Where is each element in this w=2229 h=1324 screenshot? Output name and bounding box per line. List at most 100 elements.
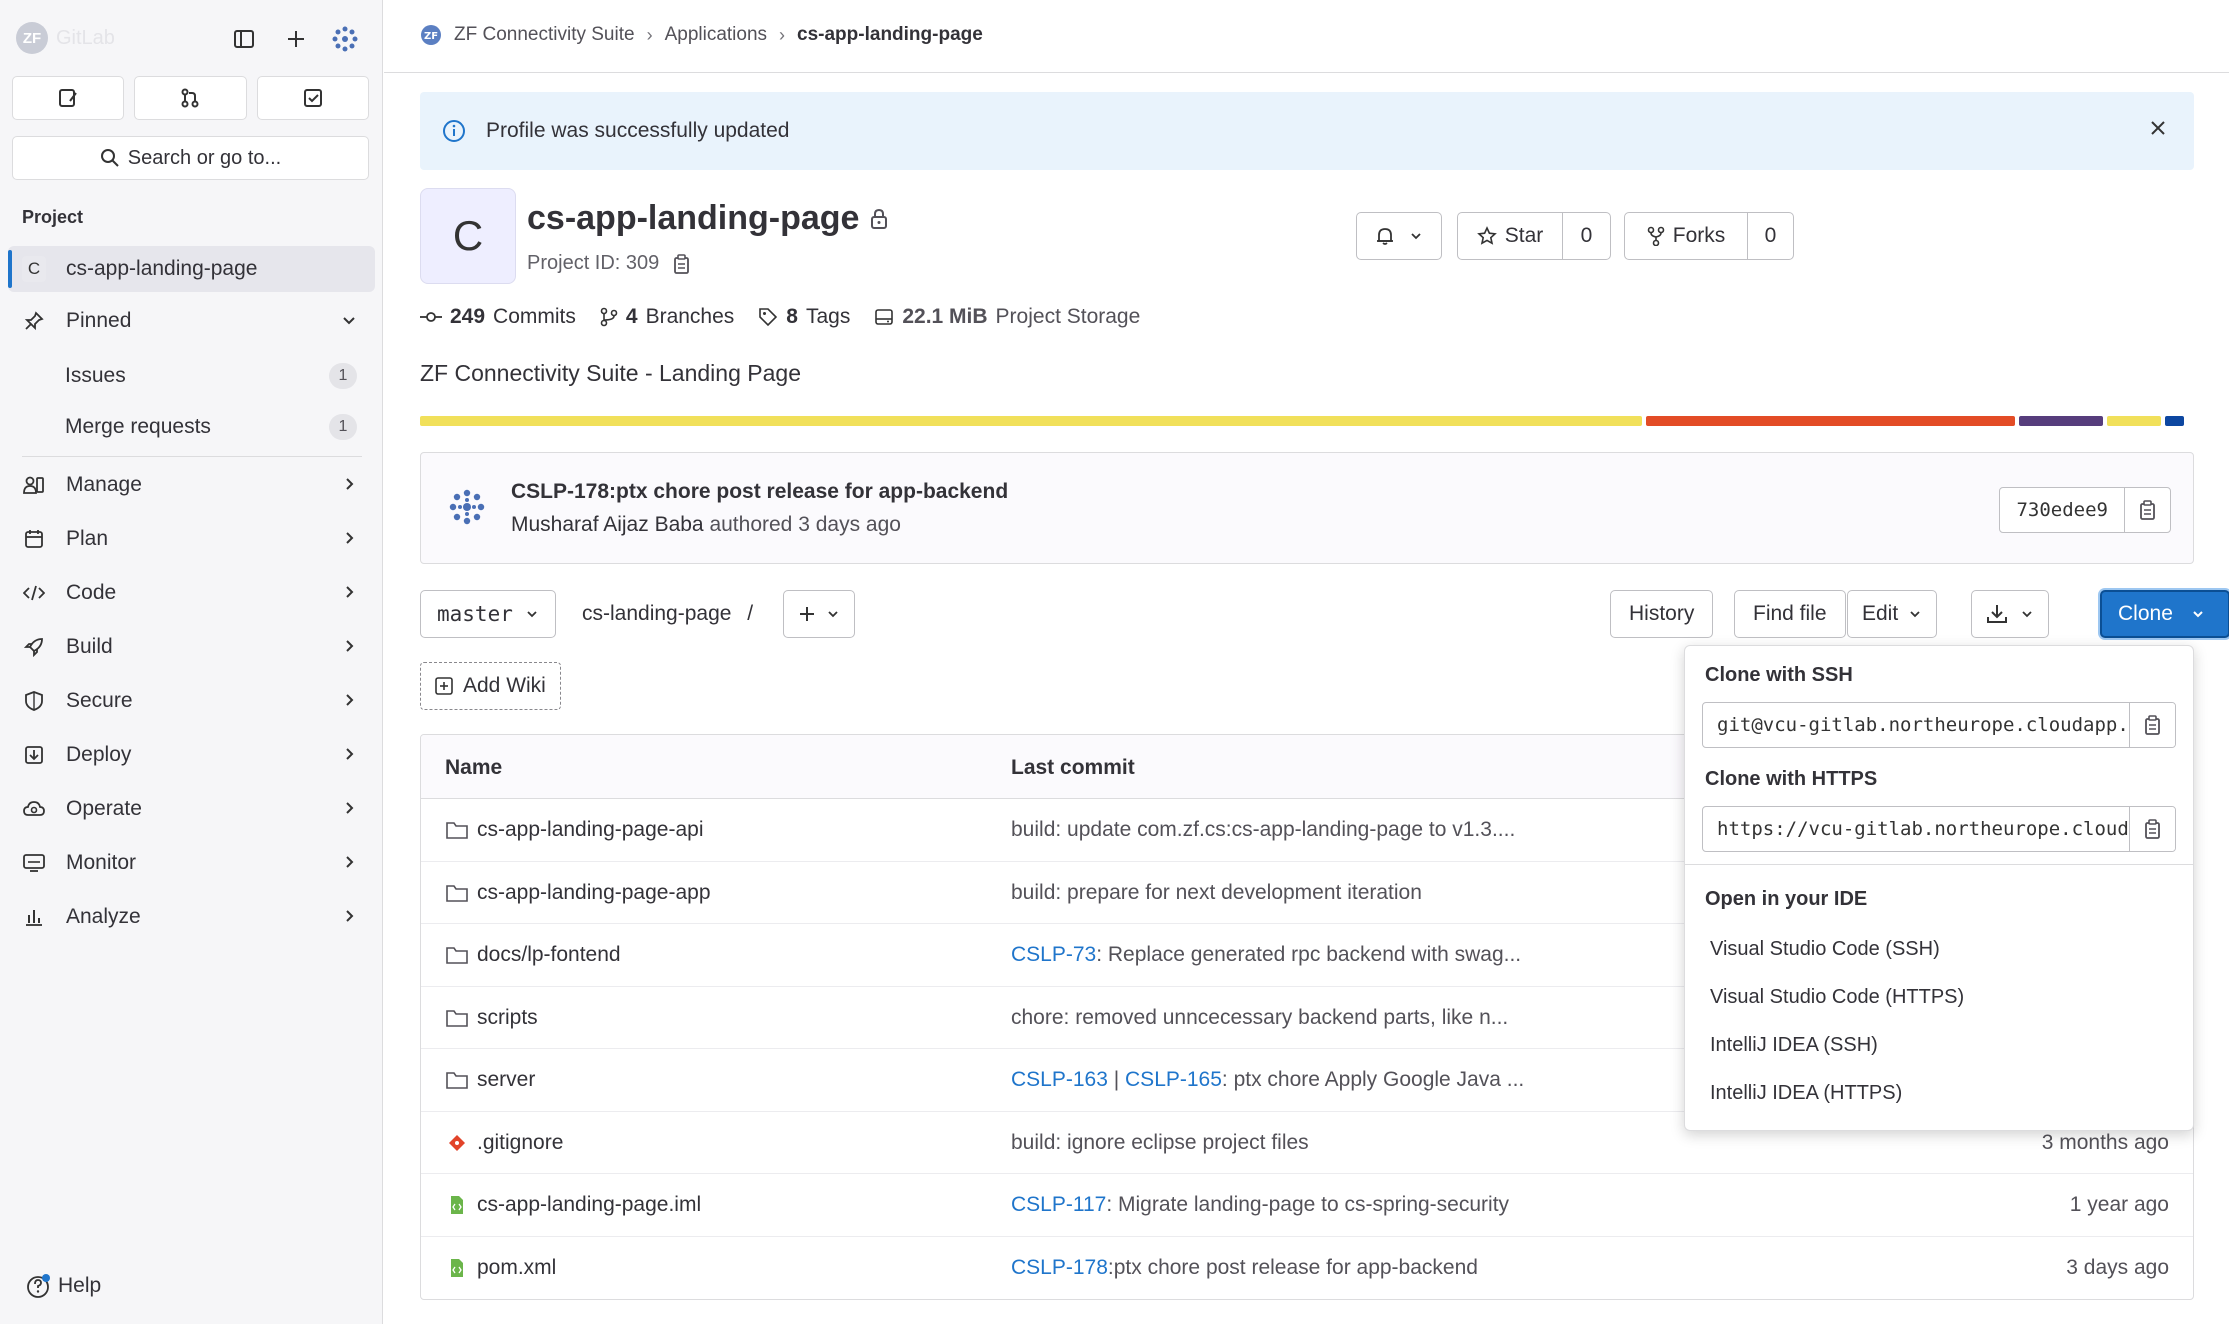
file-name-link[interactable]: pom.xml	[477, 1256, 556, 1280]
edit-button[interactable]: Edit	[1847, 590, 1938, 638]
ide-item-vscode-https[interactable]: Visual Studio Code (HTTPS)	[1710, 986, 1964, 1009]
alert-message: Profile was successfully updated	[486, 119, 790, 142]
todos-shortcut[interactable]	[256, 76, 369, 120]
ide-item-intellij-https[interactable]: IntelliJ IDEA (HTTPS)	[1710, 1082, 1902, 1105]
file-name-link[interactable]: docs/lp-fontend	[477, 943, 621, 967]
clone-https-label: Clone with HTTPS	[1705, 768, 1878, 790]
merge-requests-shortcut[interactable]	[134, 76, 247, 120]
search-button[interactable]: Search or go to...	[12, 136, 369, 180]
copy-ssh-button[interactable]	[2129, 703, 2175, 747]
chevron-right-icon	[341, 746, 357, 762]
branch-icon	[600, 307, 618, 327]
storage-link[interactable]: 22.1 MiB Project Storage	[874, 305, 1140, 329]
file-name-link[interactable]: cs-app-landing-page-app	[477, 881, 711, 905]
fork-icon	[1647, 226, 1665, 246]
file-name-link[interactable]: server	[477, 1068, 535, 1092]
commit-message-link[interactable]: : Replace generated rpc backend with swa…	[1096, 943, 1521, 966]
notifications-button[interactable]	[1356, 212, 1442, 260]
close-icon[interactable]	[2148, 118, 2168, 138]
forks-button[interactable]: Forks 0	[1624, 212, 1794, 260]
table-row[interactable]: pom.xml CSLP-178:ptx chore post release …	[421, 1237, 2193, 1300]
sidebar-item-issues[interactable]: Issues 1	[65, 356, 365, 396]
commit-sha[interactable]: 730edee9	[2000, 488, 2124, 532]
issues-shortcut[interactable]	[12, 76, 125, 120]
sidebar-item-build[interactable]: Build	[8, 624, 375, 670]
file-name-link[interactable]: cs-app-landing-page-api	[477, 818, 703, 842]
issue-link[interactable]: CSLP-163	[1011, 1068, 1108, 1091]
star-button[interactable]: Star 0	[1457, 212, 1611, 260]
commit-icon	[420, 310, 442, 324]
file-name-link[interactable]: cs-app-landing-page.iml	[477, 1193, 701, 1217]
issue-link[interactable]: CSLP-178	[1011, 1256, 1108, 1279]
sidebar-item-label: Code	[66, 581, 117, 604]
commit-message-link[interactable]: build: update com.zf.cs:cs-app-landing-p…	[1011, 818, 1515, 841]
sidebar-item-monitor[interactable]: Monitor	[8, 840, 375, 886]
branches-count: 4	[625, 305, 638, 328]
create-new-icon[interactable]	[279, 22, 313, 56]
commit-message-link[interactable]: : Migrate landing-page to cs-spring-secu…	[1106, 1193, 1509, 1216]
branch-selector[interactable]: master	[420, 590, 556, 638]
sidebar-item-operate[interactable]: Operate	[8, 786, 375, 832]
issue-link[interactable]: CSLP-117	[1011, 1193, 1106, 1216]
ide-item-vscode-ssh[interactable]: Visual Studio Code (SSH)	[1710, 938, 1940, 961]
chevron-right-icon	[341, 638, 357, 654]
zf-logo-icon: ZF	[16, 22, 48, 54]
chevron-right-icon	[341, 476, 357, 492]
sidebar-item-secure[interactable]: Secure	[8, 678, 375, 724]
gitlab-home-link[interactable]: ZF GitLab	[16, 22, 115, 54]
language-segment	[2107, 416, 2161, 426]
path-root-link[interactable]: cs-landing-page	[582, 602, 731, 625]
history-button[interactable]: History	[1610, 590, 1714, 638]
commit-title-link[interactable]: CSLP-178:ptx chore post release for app-…	[511, 480, 1008, 504]
language-bar	[420, 416, 2194, 426]
breadcrumb-current[interactable]: cs-app-landing-page	[797, 24, 983, 46]
file-name-link[interactable]: scripts	[477, 1006, 538, 1030]
issue-link[interactable]: CSLP-165	[1125, 1068, 1222, 1091]
forks-count[interactable]: 0	[1747, 213, 1793, 259]
star-count[interactable]: 0	[1562, 213, 1610, 259]
copy-sha-button[interactable]	[2124, 488, 2170, 532]
commit-message-link[interactable]: build: prepare for next development iter…	[1011, 881, 1422, 904]
sidebar-item-plan[interactable]: Plan	[8, 516, 375, 562]
download-button[interactable]	[1971, 590, 2049, 638]
project-avatar: C	[22, 256, 46, 282]
sidebar-item-project[interactable]: C cs-app-landing-page	[8, 246, 375, 292]
tags-link[interactable]: 8 Tags	[758, 305, 850, 329]
commit-author-link[interactable]: Musharaf Aijaz Baba	[511, 513, 704, 536]
ide-item-intellij-ssh[interactable]: IntelliJ IDEA (SSH)	[1710, 1034, 1878, 1057]
sidebar-item-deploy[interactable]: Deploy	[8, 732, 375, 778]
edit-label: Edit	[1862, 602, 1899, 625]
copy-https-button[interactable]	[2129, 807, 2175, 851]
code-icon	[22, 584, 46, 602]
commit-message-link[interactable]: chore: removed unncecessary backend part…	[1011, 1006, 1508, 1029]
sidebar-item-analyze[interactable]: Analyze	[8, 894, 375, 940]
commit-message-link[interactable]: build: ignore eclipse project files	[1011, 1131, 1309, 1154]
breadcrumb-section-link[interactable]: Applications	[665, 24, 767, 46]
find-file-button[interactable]: Find file	[1734, 590, 1846, 638]
table-row[interactable]: cs-app-landing-page.iml CSLP-117: Migrat…	[421, 1174, 2193, 1237]
clone-ssh-input[interactable]: git@vcu-gitlab.northeurope.cloudapp.azur…	[1703, 703, 2129, 747]
sidebar-item-pinned[interactable]: Pinned	[8, 298, 375, 344]
file-name-link[interactable]: .gitignore	[477, 1131, 563, 1155]
issue-link[interactable]: CSLP-73	[1011, 943, 1096, 966]
sidebar-item-merge-requests[interactable]: Merge requests 1	[65, 407, 365, 447]
branches-link[interactable]: 4 Branches	[600, 305, 734, 329]
clone-https-field: https://vcu-gitlab.northeurope.cloudapp.…	[1702, 806, 2176, 852]
chevron-down-icon	[341, 312, 357, 328]
user-avatar[interactable]	[328, 22, 362, 56]
commit-message-link[interactable]: : ptx chore Apply Google Java ...	[1222, 1068, 1524, 1091]
calendar-icon	[22, 529, 46, 549]
sidebar-item-code[interactable]: Code	[8, 570, 375, 616]
commits-link[interactable]: 249 Commits	[420, 305, 576, 329]
help-button[interactable]: Help	[26, 1273, 101, 1299]
add-to-tree-button[interactable]	[783, 590, 855, 638]
commit-message-link[interactable]: :ptx chore post release for app-backend	[1108, 1256, 1478, 1279]
copy-icon[interactable]	[673, 253, 691, 274]
repository-toolbar: master cs-landing-page / History Find fi…	[420, 590, 2229, 640]
clone-button[interactable]: Clone	[2100, 590, 2229, 638]
breadcrumb-group-link[interactable]: ZF Connectivity Suite	[454, 24, 635, 46]
clone-https-input[interactable]: https://vcu-gitlab.northeurope.cloudapp.…	[1703, 807, 2129, 851]
toggle-sidebar-icon[interactable]	[227, 22, 261, 56]
add-wiki-button[interactable]: Add Wiki	[420, 662, 561, 710]
sidebar-item-manage[interactable]: Manage	[8, 462, 375, 508]
